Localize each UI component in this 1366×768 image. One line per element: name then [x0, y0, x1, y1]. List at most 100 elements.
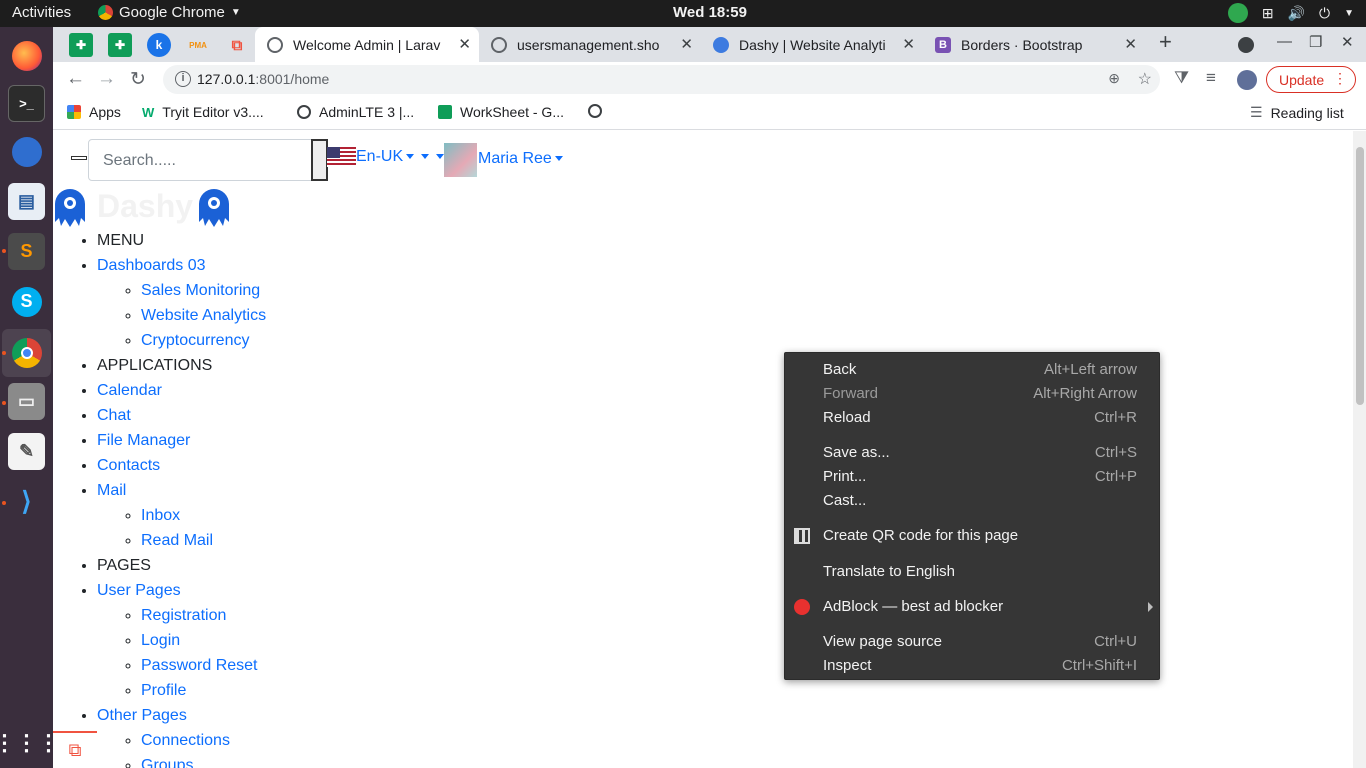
search-input[interactable]: Search.....: [88, 139, 314, 181]
search-button[interactable]: [311, 139, 328, 181]
address-bar[interactable]: i 127.0.0.1:8001/home ⊕ ☆: [163, 65, 1160, 94]
profile-avatar-icon[interactable]: [1237, 70, 1257, 90]
menu-link-connections[interactable]: Connections: [141, 732, 230, 749]
skype-icon[interactable]: S: [8, 283, 45, 320]
menu-link-mail[interactable]: Mail: [97, 482, 126, 499]
document-viewer-icon[interactable]: ▤: [8, 183, 45, 220]
tab-borders-bootstrap[interactable]: B Borders · Bootstrap ✕: [923, 27, 1145, 62]
menu-link-calendar[interactable]: Calendar: [97, 382, 162, 399]
update-button[interactable]: Update ⋮: [1266, 66, 1356, 93]
close-icon[interactable]: ✕: [1124, 35, 1137, 53]
zoom-icon[interactable]: ⊕: [1108, 70, 1120, 87]
globe-icon: [588, 104, 602, 118]
terminal-icon[interactable]: >_: [8, 85, 45, 122]
context-menu-item-inspect[interactable]: Inspect Ctrl+Shift+I: [785, 654, 1161, 678]
menu-link-chat[interactable]: Chat: [97, 407, 131, 424]
extensions-icon[interactable]: ⧩: [1174, 68, 1189, 88]
context-menu-item-cast[interactable]: Cast...: [785, 489, 1161, 513]
text-editor-icon[interactable]: ✎: [8, 433, 45, 470]
close-icon[interactable]: ✕: [458, 35, 471, 53]
bookmark-untitled[interactable]: [588, 104, 602, 118]
chevron-down-icon[interactable]: ▼: [1344, 8, 1354, 19]
context-menu-item-qr-code[interactable]: Create QR code for this page: [785, 524, 1161, 548]
forward-arrow-icon[interactable]: →: [97, 68, 116, 90]
menu-link-user-pages[interactable]: User Pages: [97, 582, 181, 599]
context-menu-item-save-as[interactable]: Save as... Ctrl+S: [785, 441, 1161, 465]
menu-link-password-reset[interactable]: Password Reset: [141, 657, 258, 674]
menu-link-profile[interactable]: Profile: [141, 682, 186, 699]
menu-link-other-pages[interactable]: Other Pages: [97, 707, 187, 724]
context-menu-item-adblock[interactable]: AdBlock — best ad blocker: [785, 595, 1161, 619]
reading-list-button[interactable]: ☰ Reading list: [1250, 104, 1344, 121]
menu-link-sales-monitoring[interactable]: Sales Monitoring: [141, 282, 260, 299]
clock[interactable]: Wed 18:59: [0, 4, 1366, 21]
bookmark-star-icon[interactable]: ☆: [1138, 69, 1152, 89]
back-arrow-icon[interactable]: ←: [66, 68, 85, 90]
close-icon[interactable]: ✕: [902, 35, 915, 53]
bookmark-adminlte[interactable]: AdminLTE 3 |...: [297, 104, 414, 120]
network-icon[interactable]: ⊞: [1262, 5, 1274, 22]
menu-link-dashboards[interactable]: Dashboards 03: [97, 257, 206, 274]
caret-down-icon[interactable]: [421, 154, 430, 160]
bookmark-apps[interactable]: Apps: [67, 104, 121, 120]
context-menu-item-view-source[interactable]: View page source Ctrl+U: [785, 630, 1161, 654]
menu-link-website-analytics[interactable]: Website Analytics: [141, 307, 266, 324]
google-sheets-icon[interactable]: ✚: [69, 33, 93, 57]
tab-search-icon[interactable]: [1238, 37, 1254, 53]
submenu-item: Read Mail: [141, 528, 266, 553]
menu-link-login[interactable]: Login: [141, 632, 180, 649]
sublime-text-icon[interactable]: S: [8, 233, 45, 270]
vscode-icon[interactable]: ⟩: [8, 483, 45, 520]
scrollbar-thumb[interactable]: [1356, 147, 1364, 405]
new-tab-button[interactable]: +: [1159, 29, 1172, 55]
laravel-debugbar-icon[interactable]: ⧉: [53, 731, 97, 768]
caret-down-icon[interactable]: [436, 154, 445, 160]
page-scrollbar[interactable]: [1353, 131, 1366, 768]
maximize-icon[interactable]: ❐: [1309, 33, 1322, 51]
tab-welcome-admin[interactable]: Welcome Admin | Larav ✕: [255, 27, 479, 62]
power-icon[interactable]: ⏻: [1319, 5, 1330, 22]
tab-dashy-website-analytics[interactable]: Dashy | Website Analyti ✕: [701, 27, 923, 62]
chrome-icon[interactable]: [8, 334, 45, 371]
context-menu-item-print[interactable]: Print... Ctrl+P: [785, 465, 1161, 489]
menu-link-inbox[interactable]: Inbox: [141, 507, 180, 524]
app-grid-icon[interactable]: ⋮⋮⋮: [0, 724, 60, 761]
menu-link-registration[interactable]: Registration: [141, 607, 226, 624]
window-close-icon[interactable]: ✕: [1341, 33, 1354, 51]
menu-heading: MENU: [97, 228, 266, 253]
minimize-icon[interactable]: —: [1277, 33, 1292, 50]
update-check-icon[interactable]: [1227, 3, 1248, 23]
context-menu-item-forward[interactable]: Forward Alt+Right Arrow: [785, 382, 1161, 406]
globe-icon: [297, 105, 311, 119]
user-dropdown[interactable]: Maria Ree: [478, 150, 563, 168]
system-tray[interactable]: ⊞ 🔊 ⏻ ▼: [1227, 3, 1354, 23]
context-menu-item-translate[interactable]: Translate to English: [785, 560, 1161, 584]
media-queue-icon[interactable]: ≡: [1206, 68, 1216, 88]
menu-link-contacts[interactable]: Contacts: [97, 457, 160, 474]
laravel-icon[interactable]: ⧉: [225, 33, 249, 57]
language-dropdown[interactable]: En-UK: [356, 148, 445, 166]
tab-usersmanagement[interactable]: usersmanagement.sho ✕: [479, 27, 701, 62]
url-text[interactable]: 127.0.0.1:8001/home: [197, 71, 329, 87]
menu-link-file-manager[interactable]: File Manager: [97, 432, 190, 449]
firefox-icon[interactable]: [8, 37, 45, 74]
sidebar-toggle-icon[interactable]: [71, 156, 87, 160]
close-icon[interactable]: ✕: [680, 35, 693, 53]
volume-icon[interactable]: 🔊: [1288, 5, 1305, 22]
menu-link-read-mail[interactable]: Read Mail: [141, 532, 213, 549]
k-icon[interactable]: k: [147, 33, 171, 57]
context-menu-item-back[interactable]: Back Alt+Left arrow: [785, 358, 1161, 382]
site-info-icon[interactable]: i: [175, 71, 191, 87]
phpmyadmin-icon[interactable]: PMA: [186, 33, 210, 57]
thunderbird-icon[interactable]: [8, 133, 45, 170]
reload-icon[interactable]: ↻: [130, 68, 146, 91]
submenu-item: Inbox: [141, 503, 266, 528]
context-menu-item-reload[interactable]: Reload Ctrl+R: [785, 406, 1161, 430]
menu-item-label: AdBlock — best ad blocker: [823, 598, 1004, 615]
files-icon[interactable]: ▭: [8, 383, 45, 420]
bookmark-worksheet[interactable]: WorkSheet - G...: [438, 104, 564, 120]
menu-link-cryptocurrency[interactable]: Cryptocurrency: [141, 332, 249, 349]
google-sheets-icon[interactable]: ✚: [108, 33, 132, 57]
menu-link-groups[interactable]: Groups: [141, 757, 193, 768]
bookmark-tryit-editor[interactable]: W Tryit Editor v3....: [142, 104, 264, 120]
